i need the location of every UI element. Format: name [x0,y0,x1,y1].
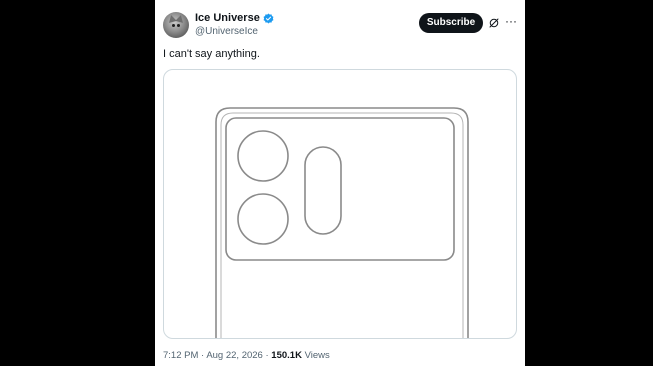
more-dots-icon[interactable]: ··· [505,14,517,28]
verified-badge-icon [263,13,274,24]
cat-eye-right [177,24,180,27]
user-handle[interactable]: @UniverseIce [195,26,258,38]
cat-ear-right [175,14,185,23]
flash-pill [304,146,342,235]
grok-icon[interactable] [488,17,500,29]
views-label: Views [301,350,330,361]
tweet-time[interactable]: 7:12 PM [163,350,198,361]
lens-top [237,130,289,182]
subscribe-button[interactable]: Subscribe [419,13,483,33]
camera-module [225,117,455,261]
tweet-media[interactable] [163,69,517,339]
tweet-meta: 7:12 PM · Aug 22, 2026 · 150.1K Views [163,350,330,362]
phone-inner-edge [220,112,464,338]
display-name[interactable]: Ice Universe [195,12,260,25]
phone-body-outline [215,107,469,338]
tweet-text: I can't say anything. [163,48,260,60]
user-name-row: Ice Universe [195,12,274,25]
cat-eye-left [172,24,175,27]
lens-bottom [237,193,289,245]
page: Ice Universe @UniverseIce Subscribe ··· … [0,0,653,366]
phone-camera-module-sketch [215,107,469,338]
tweet-card: Ice Universe @UniverseIce Subscribe ··· … [155,0,525,366]
avatar[interactable] [163,12,189,38]
tweet-date[interactable]: Aug 22, 2026 [206,350,263,361]
views-count: 150.1K [271,350,302,361]
